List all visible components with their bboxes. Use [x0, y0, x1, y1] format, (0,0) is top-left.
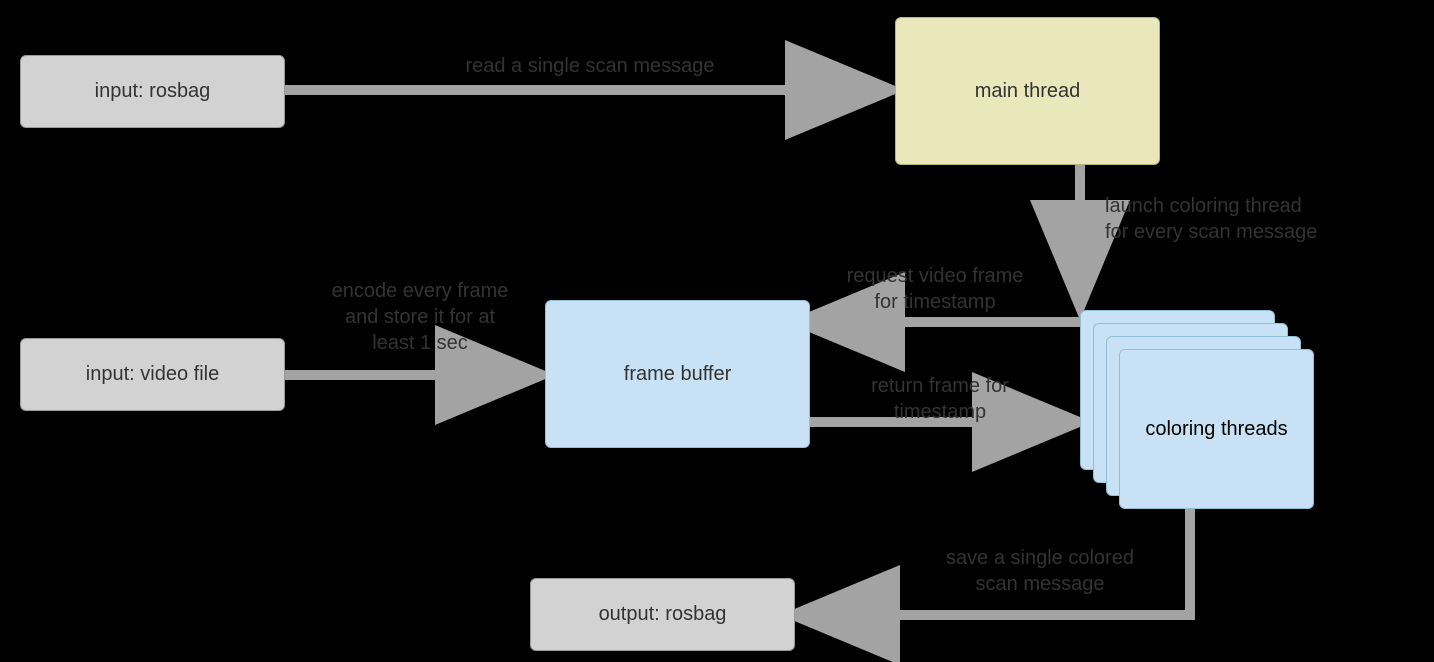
input-rosbag-node: input: rosbag: [20, 55, 285, 128]
coloring-threads-label: coloring threads: [1145, 418, 1287, 441]
read-scan-label: read a single scan message: [430, 53, 750, 79]
coloring-threads-node: coloring threads: [1119, 349, 1314, 509]
output-rosbag-label: output: rosbag: [599, 603, 727, 626]
output-rosbag-node: output: rosbag: [530, 578, 795, 651]
encode-frame-label: encode every frame and store it for at l…: [300, 278, 540, 356]
coloring-threads-stack: coloring threads: [1080, 310, 1310, 510]
save-scan-label: save a single colored scan message: [910, 545, 1170, 597]
main-thread-node: main thread: [895, 17, 1160, 165]
input-video-label: input: video file: [86, 363, 219, 386]
main-thread-label: main thread: [975, 80, 1081, 103]
return-frame-label: return frame for timestamp: [830, 373, 1050, 425]
input-rosbag-label: input: rosbag: [95, 80, 211, 103]
input-video-node: input: video file: [20, 338, 285, 411]
frame-buffer-label: frame buffer: [624, 363, 731, 386]
frame-buffer-node: frame buffer: [545, 300, 810, 448]
request-frame-label: request video frame for timestamp: [825, 263, 1045, 315]
launch-thread-label: launch coloring thread for every scan me…: [1105, 193, 1365, 245]
